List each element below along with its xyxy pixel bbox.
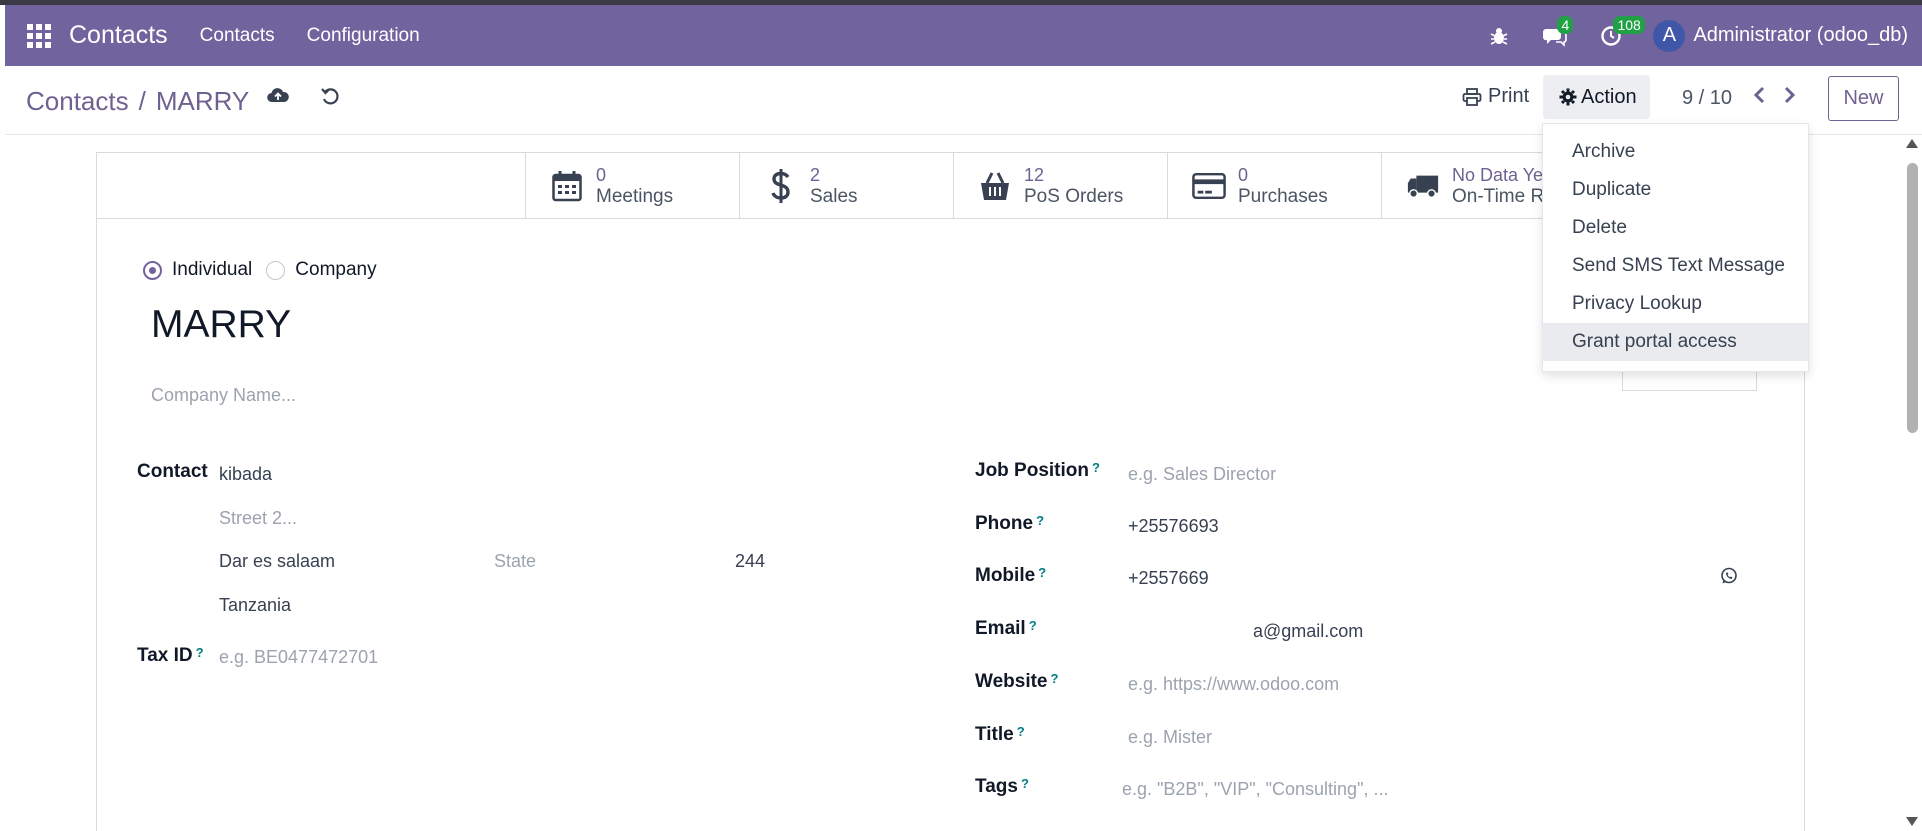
menu-item-send-sms[interactable]: Send SMS Text Message	[1543, 247, 1808, 285]
print-icon	[1462, 87, 1482, 106]
user-menu[interactable]: Administrator (odoo_db)	[1693, 24, 1908, 47]
tags-field[interactable]: e.g. "B2B", "VIP", "Consulting", ...	[1122, 779, 1388, 800]
action-dropdown-menu: Archive Duplicate Delete Send SMS Text M…	[1542, 123, 1809, 372]
print-label: Print	[1488, 85, 1530, 107]
debug-bug-icon[interactable]	[1485, 22, 1513, 50]
menu-item-grant-portal-access[interactable]: Grant portal access	[1543, 323, 1808, 361]
main-navbar: Contacts Contacts Configuration 4 108 A …	[5, 5, 1922, 66]
shopping-bag-icon	[978, 169, 1012, 203]
pager-value[interactable]: 9 / 10	[1682, 87, 1732, 110]
mobile-help-icon[interactable]: ?	[1038, 565, 1046, 580]
title-field[interactable]: e.g. Mister	[1128, 727, 1212, 748]
avatar[interactable]: A	[1653, 19, 1686, 52]
zip-field[interactable]: 244	[735, 551, 765, 572]
breadcrumb-separator: /	[138, 86, 146, 116]
credit-card-icon	[1192, 169, 1226, 203]
individual-label[interactable]: Individual	[172, 259, 252, 281]
menu-item-privacy-lookup[interactable]: Privacy Lookup	[1543, 285, 1808, 323]
pager-next-icon[interactable]	[1783, 85, 1797, 110]
messages-icon[interactable]: 4	[1541, 15, 1574, 50]
dollar-icon	[764, 169, 798, 203]
website-help-icon[interactable]: ?	[1051, 671, 1059, 686]
company-radio[interactable]	[266, 260, 286, 280]
menu-item-duplicate[interactable]: Duplicate	[1543, 171, 1808, 209]
purchases-count: 0	[1238, 165, 1249, 185]
tags-help-icon[interactable]: ?	[1021, 776, 1029, 791]
messages-badge: 4	[1557, 15, 1574, 34]
discard-undo-icon[interactable]	[320, 86, 340, 111]
job-position-label: Job Position?	[975, 460, 1100, 481]
menu-item-archive[interactable]: Archive	[1543, 133, 1808, 171]
company-name-field[interactable]: Company Name...	[151, 385, 296, 406]
country-field[interactable]: Tanzania	[219, 595, 291, 616]
company-type-radio-group: Individual Company	[143, 259, 391, 281]
purchases-label: Purchases	[1238, 186, 1328, 207]
contact-name-field[interactable]: MARRY	[151, 303, 291, 347]
pager-previous-icon[interactable]	[1752, 85, 1766, 110]
pos-orders-label: PoS Orders	[1024, 186, 1124, 207]
pos-orders-count: 12	[1024, 165, 1045, 185]
meetings-count: 0	[596, 165, 607, 185]
calendar-icon	[550, 169, 584, 203]
title-help-icon[interactable]: ?	[1017, 724, 1025, 739]
scroll-thumb[interactable]	[1907, 163, 1918, 433]
state-field[interactable]: State	[494, 551, 536, 572]
purchases-smart-button[interactable]: 0 Purchases	[1167, 153, 1381, 219]
mobile-field[interactable]: +2557669	[1128, 568, 1209, 589]
activities-clock-icon[interactable]: 108	[1597, 15, 1645, 50]
job-position-field[interactable]: e.g. Sales Director	[1128, 464, 1276, 485]
tax-id-field[interactable]: e.g. BE0477472701	[219, 647, 378, 668]
breadcrumb: Contacts / MARRY	[26, 86, 249, 117]
mobile-label: Mobile?	[975, 565, 1047, 586]
menu-contacts[interactable]: Contacts	[200, 25, 275, 47]
street-field[interactable]: kibada	[219, 464, 272, 485]
app-name[interactable]: Contacts	[69, 21, 168, 50]
tax-id-help-icon[interactable]: ?	[196, 645, 204, 660]
phone-field[interactable]: +25576693	[1128, 516, 1219, 537]
website-label: Website?	[975, 671, 1059, 692]
city-field[interactable]: Dar es salaam	[219, 551, 335, 572]
meetings-label: Meetings	[596, 186, 674, 207]
breadcrumb-contacts-link[interactable]: Contacts	[26, 86, 129, 117]
company-label[interactable]: Company	[295, 259, 376, 281]
contact-label: Contact	[137, 461, 208, 482]
menu-configuration[interactable]: Configuration	[307, 25, 420, 47]
sales-label: Sales	[810, 186, 858, 207]
email-help-icon[interactable]: ?	[1029, 618, 1037, 633]
tax-id-label: Tax ID?	[137, 645, 204, 666]
action-button[interactable]: Action	[1543, 75, 1650, 119]
tags-label: Tags?	[975, 776, 1029, 797]
street2-field[interactable]: Street 2...	[219, 508, 297, 529]
new-button[interactable]: New	[1828, 76, 1899, 121]
phone-help-icon[interactable]: ?	[1036, 513, 1044, 528]
print-button[interactable]: Print	[1462, 85, 1529, 108]
scroll-up-arrow-icon[interactable]	[1906, 139, 1918, 148]
website-field[interactable]: e.g. https://www.odoo.com	[1128, 674, 1339, 695]
breadcrumb-current: MARRY	[155, 86, 250, 116]
save-cloud-icon[interactable]	[267, 86, 289, 111]
vertical-scrollbar[interactable]	[1903, 135, 1922, 831]
action-label: Action	[1581, 85, 1637, 108]
scroll-down-arrow-icon[interactable]	[1906, 817, 1918, 826]
activities-badge: 108	[1613, 15, 1645, 34]
sales-count: 2	[810, 165, 821, 185]
apps-menu-icon[interactable]	[27, 23, 51, 48]
on-time-rate-value: No Data Ye	[1452, 165, 1544, 185]
gear-icon	[1559, 88, 1577, 106]
job-position-help-icon[interactable]: ?	[1092, 460, 1100, 475]
on-time-rate-label: On-Time R	[1452, 186, 1545, 207]
smart-button-box: 0 Meetings 2 Sales 12 PoS Orders 0 Purch…	[525, 153, 1595, 219]
button-box-spacer	[97, 153, 525, 219]
email-label: Email?	[975, 618, 1037, 639]
title-label: Title?	[975, 724, 1025, 745]
menu-item-delete[interactable]: Delete	[1543, 209, 1808, 247]
individual-radio[interactable]	[143, 260, 162, 280]
sales-smart-button[interactable]: 2 Sales	[739, 153, 953, 219]
email-field[interactable]: a@gmail.com	[1253, 621, 1363, 642]
meetings-smart-button[interactable]: 0 Meetings	[525, 153, 739, 219]
whatsapp-icon[interactable]	[1720, 567, 1738, 590]
truck-icon	[1406, 169, 1440, 203]
phone-label: Phone?	[975, 513, 1045, 534]
pos-orders-smart-button[interactable]: 12 PoS Orders	[953, 153, 1167, 219]
